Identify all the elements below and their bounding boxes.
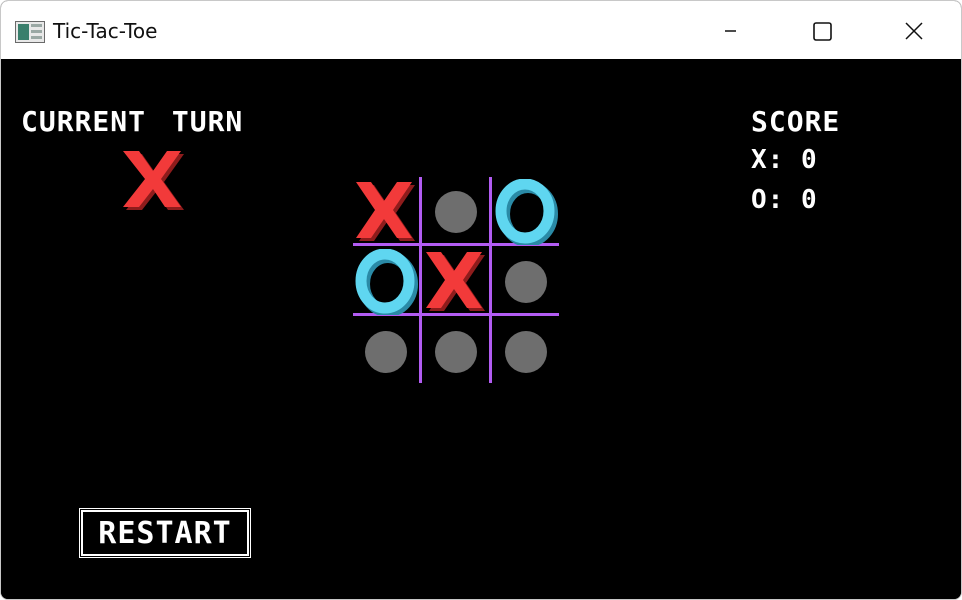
- board-cell-x[interactable]: [423, 249, 489, 315]
- board-cell-empty[interactable]: [423, 319, 489, 385]
- current-turn-label: CURRENT TURN: [21, 105, 244, 138]
- board-cell-o[interactable]: [493, 179, 559, 245]
- game-board: [351, 177, 561, 387]
- o-mark-icon: [355, 249, 418, 315]
- close-button[interactable]: [869, 1, 961, 59]
- board-cell-empty[interactable]: [353, 319, 419, 385]
- board-cell-o[interactable]: [353, 249, 419, 315]
- empty-cell-dot-icon: [505, 261, 547, 303]
- empty-cell-dot-icon: [505, 331, 547, 373]
- grid-line-v2: [489, 177, 492, 383]
- app-window-icon: [15, 21, 45, 43]
- game-canvas: CURRENT TURN SCORE X: 0 O: 0 RESTART: [1, 59, 961, 599]
- score-o: O: 0: [751, 185, 818, 215]
- empty-cell-dot-icon: [435, 331, 477, 373]
- app-window: Tic-Tac-Toe CURRENT TURN SCORE X: 0 O: 0: [0, 0, 962, 600]
- x-mark-icon: [356, 182, 415, 241]
- grid-line-v1: [419, 177, 422, 383]
- board-cell-empty[interactable]: [493, 249, 559, 315]
- minimize-button[interactable]: [685, 1, 777, 59]
- close-icon: [905, 22, 923, 40]
- score-x: X: 0: [751, 145, 818, 175]
- maximize-icon: [813, 22, 832, 41]
- maximize-button[interactable]: [777, 1, 869, 59]
- board-cell-empty[interactable]: [493, 319, 559, 385]
- restart-button[interactable]: RESTART: [79, 508, 251, 558]
- board-cell-empty[interactable]: [423, 179, 489, 245]
- title-bar[interactable]: Tic-Tac-Toe: [1, 1, 961, 59]
- current-turn-x-icon: [119, 145, 189, 215]
- x-mark-icon: [426, 252, 485, 311]
- board-cell-x[interactable]: [353, 179, 419, 245]
- minimize-icon: [725, 30, 736, 32]
- window-title: Tic-Tac-Toe: [53, 19, 158, 43]
- score-label: SCORE: [751, 105, 841, 138]
- o-mark-icon: [495, 179, 558, 245]
- empty-cell-dot-icon: [365, 331, 407, 373]
- empty-cell-dot-icon: [435, 191, 477, 233]
